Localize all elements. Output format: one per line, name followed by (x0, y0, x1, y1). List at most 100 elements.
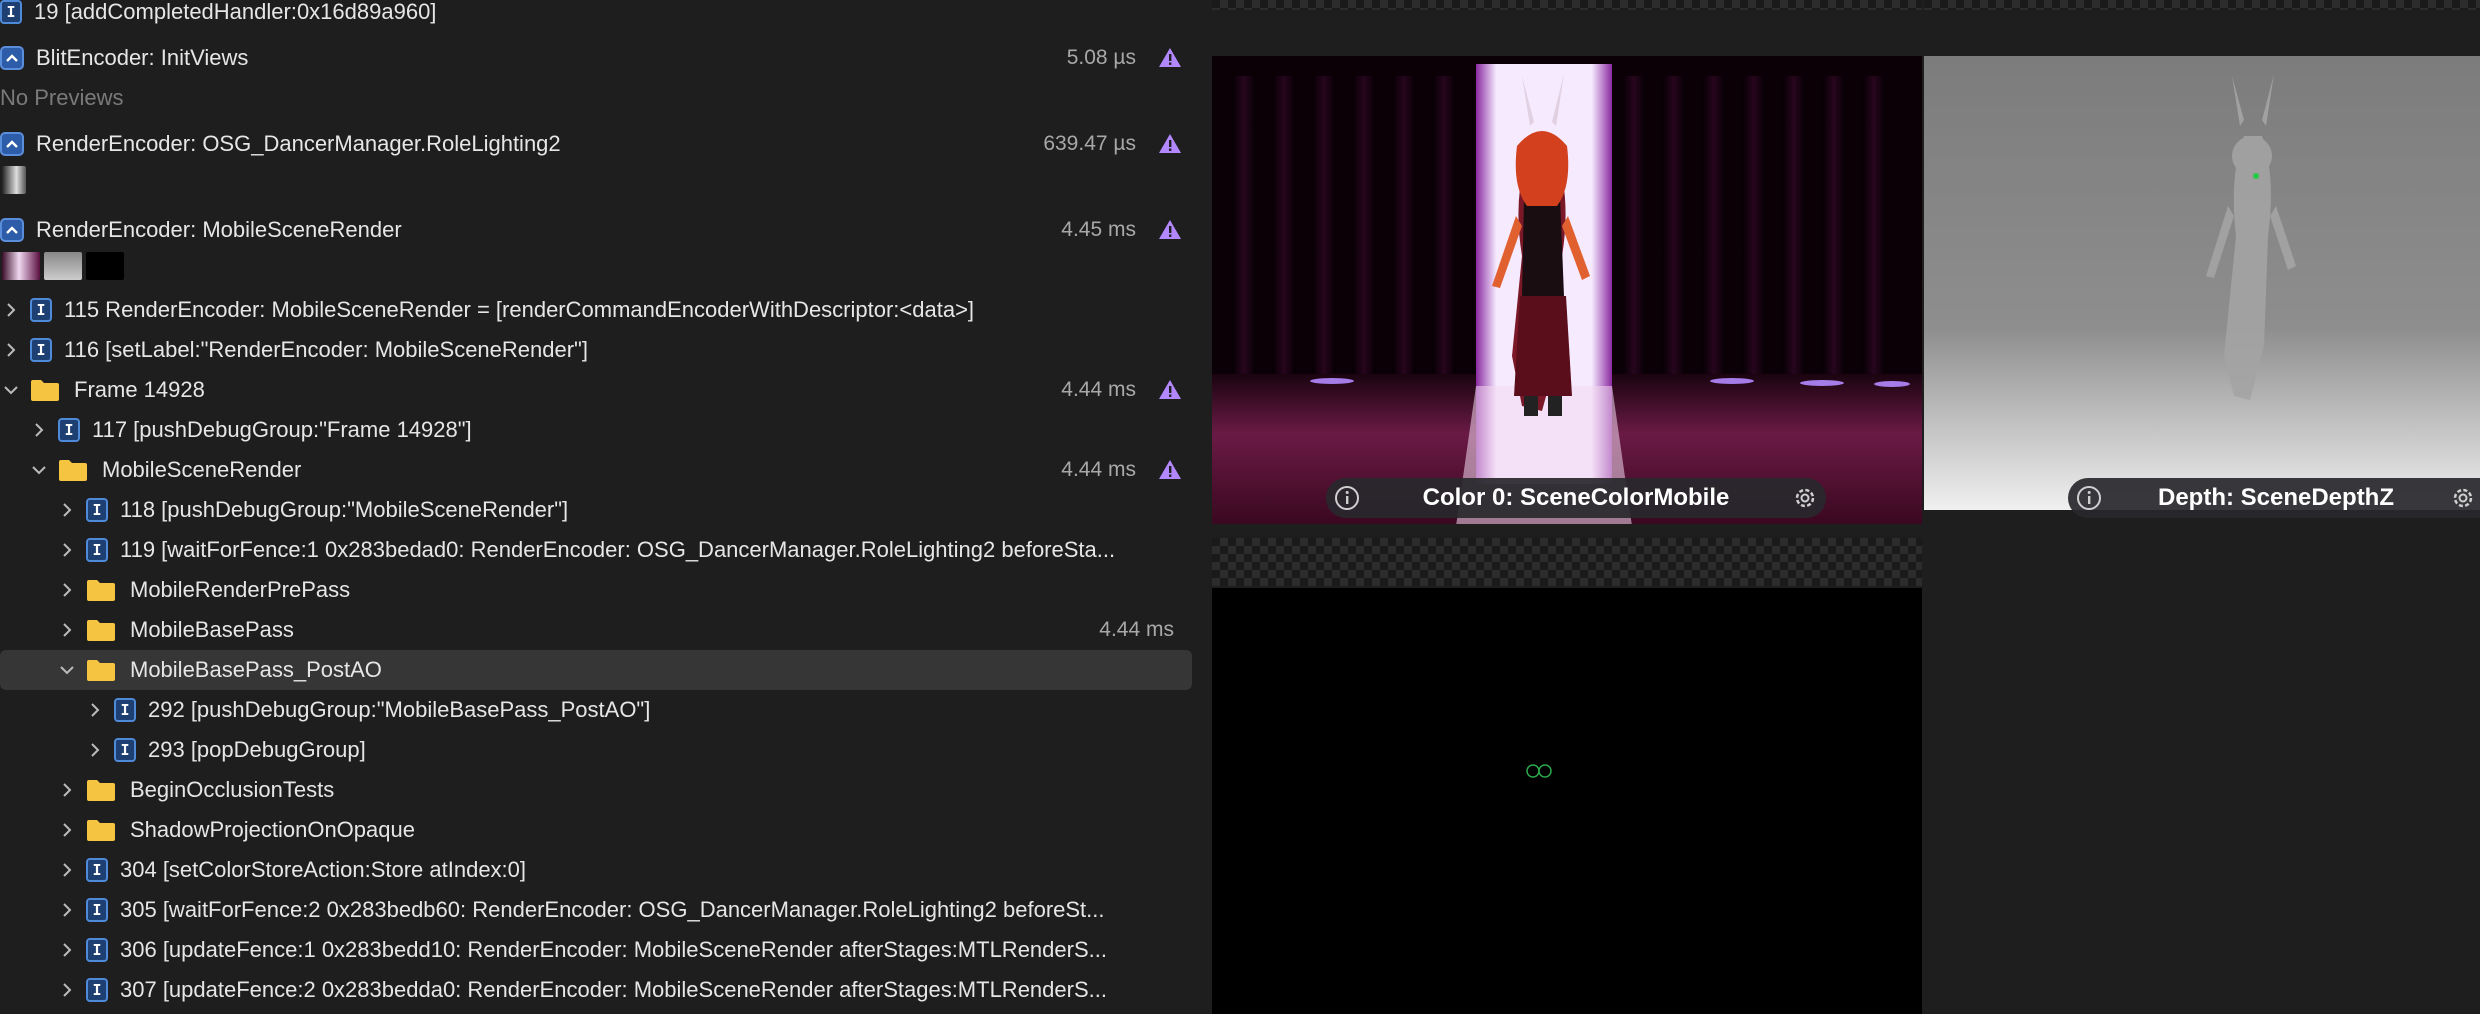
tree-row-mobile-scene-render[interactable]: MobileSceneRender 4.44 ms (0, 450, 1212, 490)
tree-row-occlusion[interactable]: BeginOcclusionTests (0, 770, 1212, 810)
info-icon[interactable] (2074, 483, 2104, 513)
command-badge-icon: I (86, 898, 108, 922)
color-attachment-thumbnail[interactable] (1212, 56, 1922, 524)
chevron-down-icon[interactable] (30, 461, 48, 479)
preview-thumbnail[interactable] (2, 166, 26, 194)
row-time: 639.47 µs (1043, 132, 1136, 155)
small-green-glyph (1526, 764, 1552, 778)
transparency-checker (1212, 538, 1922, 586)
preview-thumbnail[interactable] (44, 252, 82, 280)
command-badge-icon: I (86, 858, 108, 882)
row-label: MobileBasePass (130, 617, 294, 642)
gear-icon[interactable] (1790, 483, 1820, 513)
row-label: 115 RenderEncoder: MobileSceneRender = [… (64, 297, 975, 322)
row-label: MobileRenderPrePass (130, 577, 351, 602)
folder-icon (31, 380, 59, 401)
command-badge-icon: I (86, 498, 108, 522)
chevron-right-icon[interactable] (2, 301, 20, 319)
chevron-right-icon[interactable] (58, 501, 76, 519)
tree-row[interactable]: I 115 RenderEncoder: MobileSceneRender =… (0, 290, 1212, 330)
depth-attachment-label: Depth: SceneDepthZ (2157, 484, 2394, 511)
tree-row-scene-render-encoder[interactable]: RenderEncoder: MobileSceneRender 4.45 ms (0, 210, 1212, 250)
preview-thumbnail[interactable] (86, 252, 124, 280)
chevron-right-icon[interactable] (58, 821, 76, 839)
collapse-badge-icon[interactable] (0, 218, 24, 242)
tree-row-basepass-postao[interactable]: MobileBasePass_PostAO (0, 650, 1212, 690)
row-label: 293 [popDebugGroup] (148, 737, 366, 762)
chevron-right-icon[interactable] (30, 421, 48, 439)
tree-row-basepass[interactable]: MobileBasePass 4.44 ms (0, 610, 1212, 650)
chevron-right-icon[interactable] (86, 701, 104, 719)
row-label: 116 [setLabel:"RenderEncoder: MobileScen… (64, 337, 588, 362)
command-badge-icon: I (30, 338, 52, 362)
attachment-viewer[interactable]: Color 0: SceneColorMobile Depth: SceneDe… (1212, 0, 2480, 1014)
depth-attachment-label-pill[interactable]: Depth: SceneDepthZ (2068, 478, 2480, 518)
stencil-attachment-thumbnail[interactable] (1212, 588, 1922, 1014)
row-label: 305 [waitForFence:2 0x283bedb60: RenderE… (120, 897, 1105, 922)
tree-row[interactable]: I 19 [addCompletedHandler:0x16d89a960] (0, 0, 1212, 32)
row-time: 5.08 µs (1066, 46, 1136, 69)
chevron-right-icon[interactable] (2, 341, 20, 359)
command-badge-icon: I (86, 938, 108, 962)
tree-row[interactable]: I 306 [updateFence:1 0x283bedd10: Render… (0, 930, 1180, 970)
tree-row-role-lighting[interactable]: RenderEncoder: OSG_DancerManager.RoleLig… (0, 124, 1212, 164)
tree-row-shadow-projection[interactable]: ShadowProjectionOnOpaque (0, 810, 1212, 850)
command-tree-panel[interactable]: I 19 [addCompletedHandler:0x16d89a960] B… (0, 0, 1212, 1014)
chevron-down-icon[interactable] (58, 661, 76, 679)
chevron-right-icon[interactable] (58, 981, 76, 999)
warning-icon[interactable] (1158, 218, 1182, 242)
folder-icon (87, 620, 115, 641)
tree-row[interactable]: I 307 [updateFence:2 0x283bedda0: Render… (0, 970, 1180, 1010)
tree-row-blit-encoder[interactable]: BlitEncoder: InitViews 5.08 µs (0, 38, 1212, 78)
info-icon[interactable] (1332, 483, 1362, 513)
row-label: 304 [setColorStoreAction:Store atIndex:0… (120, 857, 527, 882)
row-time: 4.45 ms (1061, 218, 1136, 241)
chevron-down-icon[interactable] (2, 381, 20, 399)
warning-icon[interactable] (1158, 458, 1182, 482)
tree-row[interactable]: I 119 [waitForFence:1 0x283bedad0: Rende… (0, 530, 1180, 570)
tree-row[interactable]: I 116 [setLabel:"RenderEncoder: MobileSc… (0, 330, 1212, 370)
tree-row[interactable]: I 118 [pushDebugGroup:"MobileSceneRender… (0, 490, 1212, 530)
chevron-right-icon[interactable] (58, 581, 76, 599)
chevron-right-icon[interactable] (58, 781, 76, 799)
tree-row[interactable]: I 292 [pushDebugGroup:"MobileBasePass_Po… (0, 690, 1212, 730)
row-label: 292 [pushDebugGroup:"MobileBasePass_Post… (148, 697, 651, 722)
warning-icon[interactable] (1158, 46, 1182, 70)
preview-thumbnails (2, 166, 26, 194)
tree-row[interactable]: I 304 [setColorStoreAction:Store atIndex… (0, 850, 1212, 890)
chevron-right-icon[interactable] (58, 621, 76, 639)
warning-icon[interactable] (1158, 132, 1182, 156)
tree-row-prepass[interactable]: MobileRenderPrePass (0, 570, 1212, 610)
row-label: ShadowProjectionOnOpaque (130, 817, 415, 842)
tree-row[interactable]: I 293 [popDebugGroup] (0, 730, 1212, 770)
preview-thumbnails (2, 252, 124, 280)
color-attachment-label-pill[interactable]: Color 0: SceneColorMobile (1326, 478, 1826, 518)
row-label: 19 [addCompletedHandler:0x16d89a960] (34, 0, 437, 24)
tree-row[interactable]: I 117 [pushDebugGroup:"Frame 14928"] (0, 410, 1212, 450)
gear-icon[interactable] (2448, 483, 2478, 513)
command-badge-icon: I (114, 698, 136, 722)
collapse-badge-icon[interactable] (0, 132, 24, 156)
folder-icon (87, 580, 115, 601)
tree-row[interactable]: I 305 [waitForFence:2 0x283bedb60: Rende… (0, 890, 1180, 930)
chevron-right-icon[interactable] (58, 541, 76, 559)
preview-thumbnail[interactable] (2, 252, 40, 280)
row-label: 119 [waitForFence:1 0x283bedad0: RenderE… (120, 537, 1116, 562)
row-label: RenderEncoder: MobileSceneRender (36, 217, 402, 242)
chevron-right-icon[interactable] (58, 901, 76, 919)
transparency-checker (1212, 0, 1922, 10)
chevron-right-icon[interactable] (58, 861, 76, 879)
tree-row-frame[interactable]: Frame 14928 4.44 ms (0, 370, 1212, 410)
row-time: 4.44 ms (1061, 378, 1136, 401)
depth-attachment-thumbnail[interactable] (1924, 56, 2480, 510)
collapse-badge-icon[interactable] (0, 46, 24, 70)
row-time: 4.44 ms (1099, 618, 1174, 641)
scene-color-image (1212, 56, 1922, 524)
row-label: BlitEncoder: InitViews (36, 45, 249, 70)
command-badge-icon: I (0, 0, 22, 24)
row-label: 307 [updateFence:2 0x283bedda0: RenderEn… (120, 977, 1107, 1002)
chevron-right-icon[interactable] (86, 741, 104, 759)
transparency-checker (1924, 0, 2480, 10)
warning-icon[interactable] (1158, 378, 1182, 402)
chevron-right-icon[interactable] (58, 941, 76, 959)
